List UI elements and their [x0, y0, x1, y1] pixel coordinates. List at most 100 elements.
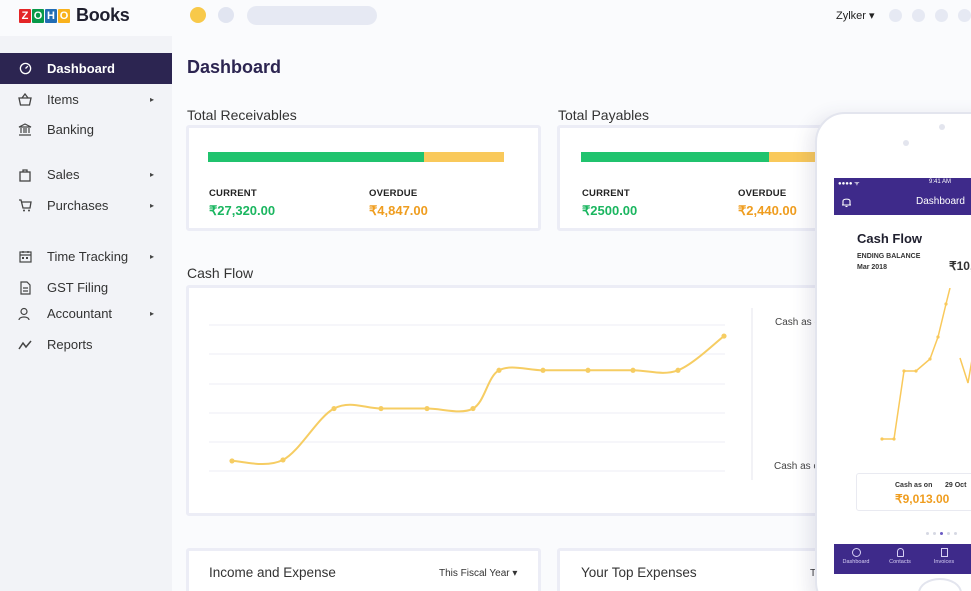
- cashflow-point[interactable]: [630, 367, 636, 373]
- phone-tab-dashboard[interactable]: Dashboard: [841, 548, 871, 565]
- payables-card[interactable]: CURRENT ₹2500.00 OVERDUE ₹2,440.00: [557, 125, 853, 231]
- user-icon: [18, 307, 32, 321]
- document-icon: [18, 280, 32, 295]
- sidebar-item-items[interactable]: Items ▸: [0, 84, 172, 115]
- sidebar-item-reports[interactable]: Reports: [0, 329, 172, 360]
- top-bar: Z O H O Books Zylker ▾: [0, 0, 971, 36]
- cashflow-point[interactable]: [675, 367, 681, 373]
- sidebar-item-label: Accountant: [47, 306, 113, 321]
- sidebar-item-label: Items: [47, 92, 79, 107]
- overdue-portion: [424, 152, 504, 162]
- cashflow-point[interactable]: [229, 458, 235, 464]
- phone-sensor-icon: [939, 124, 945, 130]
- avatar[interactable]: [958, 9, 971, 22]
- trend-icon: [18, 338, 32, 352]
- cashflow-chart: [209, 308, 753, 480]
- tab-label: Invoices: [933, 559, 955, 565]
- search-bar-placeholder[interactable]: [247, 6, 377, 25]
- basket-icon: [18, 93, 32, 107]
- current-label: CURRENT: [209, 188, 257, 199]
- cashflow-point[interactable]: [378, 405, 384, 412]
- sidebar-item-banking[interactable]: Banking: [0, 114, 172, 145]
- sidebar-item-purchases[interactable]: Purchases ▸: [0, 190, 172, 221]
- sidebar-item-label: Purchases: [47, 198, 109, 213]
- chevron-right-icon: ▸: [150, 170, 155, 179]
- payables-progress-bar: [581, 152, 853, 162]
- status-dot-icon[interactable]: [190, 7, 206, 23]
- receivables-title: Total Receivables: [187, 107, 297, 123]
- cashflow-point[interactable]: [540, 367, 546, 373]
- current-label: CURRENT: [582, 188, 630, 199]
- sidebar-item-label: GST Filing: [47, 280, 109, 295]
- cash-label-bottom: Cash as o: [774, 461, 820, 472]
- tab-label: Contacts: [889, 559, 911, 565]
- bank-icon: [18, 123, 32, 137]
- payables-title: Total Payables: [558, 107, 650, 123]
- settings-icon[interactable]: [912, 9, 925, 22]
- current-portion: [208, 152, 425, 162]
- sidebar-item-time-tracking[interactable]: Time Tracking ▸: [0, 241, 172, 272]
- top-expenses-title: Your Top Expenses: [581, 565, 697, 580]
- organization-switcher[interactable]: Zylker ▾: [836, 9, 875, 22]
- phone-series-line: [882, 288, 971, 440]
- top-expenses-card[interactable]: Your Top Expenses T: [557, 548, 847, 591]
- sidebar-item-dashboard[interactable]: Dashboard: [0, 53, 172, 84]
- cashflow-point[interactable]: [496, 367, 502, 373]
- current-amount: ₹2500.00: [582, 203, 638, 218]
- chevron-right-icon: ▸: [150, 201, 155, 210]
- product-name: Books: [76, 5, 130, 25]
- user-icon: [896, 548, 904, 557]
- sidebar-item-label: Dashboard: [47, 61, 115, 76]
- phone-camera-icon: [903, 140, 909, 146]
- notification-icon[interactable]: [889, 9, 902, 22]
- zoho-books-logo[interactable]: Z O H O Books: [19, 5, 130, 26]
- phone-point: [936, 335, 940, 339]
- sidebar-item-accountant[interactable]: Accountant ▸: [0, 298, 172, 329]
- cash-as-on-date: 29 Oct: [945, 482, 967, 489]
- current-amount: ₹27,320.00: [209, 203, 276, 218]
- phone-screen: ●●●● ᯤ 9:41 AM Dashboard Cash Flow ENDIN…: [834, 178, 971, 591]
- signal-icon: ●●●● ᯤ: [838, 181, 860, 187]
- logo-letter: O: [58, 8, 70, 23]
- help-icon[interactable]: [935, 9, 948, 22]
- phone-header: Dashboard: [834, 188, 971, 215]
- cashflow-card[interactable]: Cash as o Cash as o: [186, 285, 826, 516]
- cashflow-point[interactable]: [331, 405, 337, 412]
- receivables-card[interactable]: CURRENT ₹27,320.00 OVERDUE ₹4,847.00: [186, 125, 541, 231]
- cashflow-point[interactable]: [424, 405, 430, 412]
- ending-balance-date: Mar 2018: [857, 264, 887, 271]
- cashflow-point[interactable]: [470, 405, 476, 412]
- zoho-logo-icon: Z O H O: [19, 8, 71, 23]
- chevron-right-icon: ▸: [150, 95, 155, 104]
- overdue-label: OVERDUE: [369, 188, 418, 199]
- receivables-progress-bar: [208, 152, 504, 162]
- overdue-amount: ₹4,847.00: [369, 203, 428, 218]
- phone-cash-card[interactable]: Cash as on 29 Oct ₹9,013.00: [856, 473, 971, 511]
- cashflow-point[interactable]: [280, 457, 286, 463]
- fiscal-year-dropdown[interactable]: This Fiscal Year ▾: [439, 568, 517, 579]
- shopping-bag-icon: [18, 168, 32, 182]
- document-icon: [940, 548, 948, 557]
- cashflow-series-line: [231, 335, 725, 466]
- tab-label: Dashboard: [842, 559, 870, 565]
- logo-letter: H: [45, 8, 57, 23]
- cashflow-title: Cash Flow: [187, 265, 254, 281]
- sidebar-item-sales[interactable]: Sales ▸: [0, 159, 172, 190]
- phone-header-title: Dashboard: [916, 196, 965, 207]
- placeholder-dot-icon[interactable]: [218, 7, 234, 23]
- sidebar-item-label: Time Tracking: [47, 249, 129, 264]
- bell-icon[interactable]: [841, 195, 852, 213]
- cart-icon: [18, 199, 32, 213]
- income-expense-card[interactable]: Income and Expense This Fiscal Year ▾: [186, 548, 541, 591]
- sidebar-item-label: Banking: [47, 122, 94, 137]
- chevron-right-icon: ▸: [150, 309, 155, 318]
- phone-tab-bar: Dashboard Contacts Invoices: [834, 544, 971, 574]
- sidebar-item-label: Reports: [47, 337, 93, 352]
- phone-status-bar: ●●●● ᯤ 9:41 AM: [834, 178, 971, 188]
- phone-tab-invoices[interactable]: Invoices: [929, 548, 959, 565]
- cashflow-point[interactable]: [585, 367, 591, 373]
- phone-point: [914, 369, 918, 373]
- pager-dots[interactable]: [926, 532, 957, 535]
- phone-tab-contacts[interactable]: Contacts: [885, 548, 915, 565]
- cashflow-point[interactable]: [721, 333, 727, 339]
